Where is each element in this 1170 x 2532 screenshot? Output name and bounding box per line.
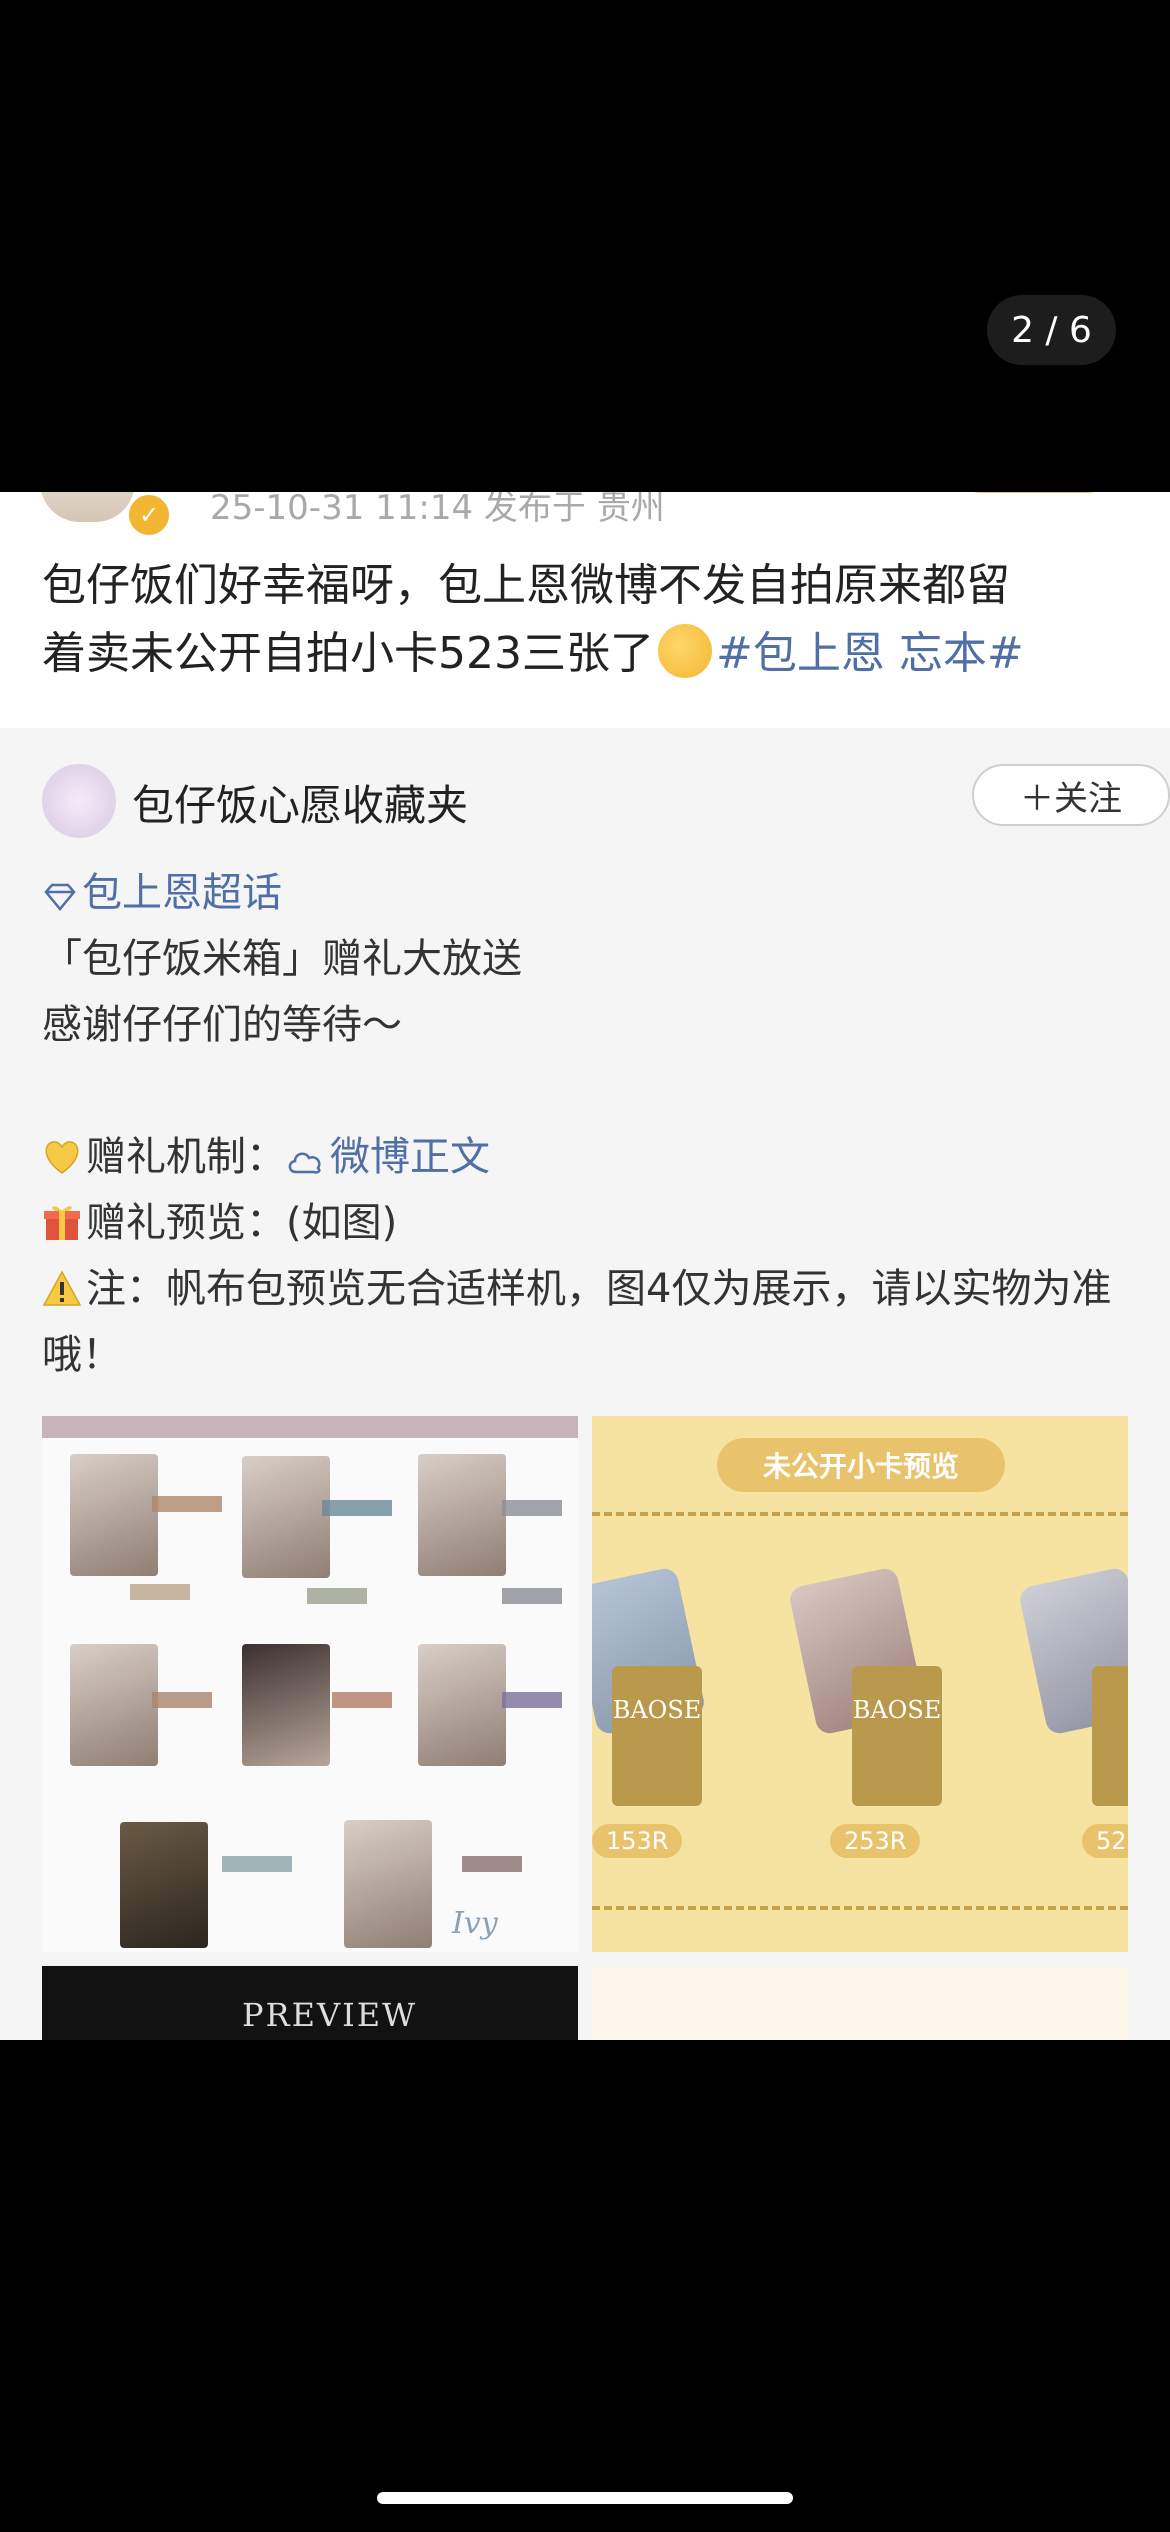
tape [322,1500,392,1516]
tape [222,1856,292,1872]
tape [130,1584,190,1600]
warning-icon [42,1270,82,1306]
photo [242,1456,330,1578]
topic-link[interactable]: #包上恩 忘本# [716,628,1024,679]
photo [70,1644,158,1766]
shushing-face-emoji-icon [657,624,712,678]
mechanism-row: 赠礼机制： 微博正文 [42,1124,1132,1190]
image-2-card-preview[interactable]: 未公开小卡预览 BAOSE BAOSE 153R 253R 52 [592,1416,1128,1952]
post-text: 包仔饭们好幸福呀，包上恩微博不发自拍原来都留 着卖未公开自拍小卡523三张了 #包… [42,552,1132,688]
post-meta-row: ✓ 25-10-31 11:14 发布于 贵州 [0,492,1170,538]
price-tag: 253R [830,1824,921,1858]
repost-avatar[interactable] [42,764,116,838]
photo [418,1454,506,1576]
photo-counter: 2 / 6 [987,295,1116,365]
post-content: ✓ 25-10-31 11:14 发布于 贵州 包仔饭们好幸福呀，包上恩微博不发… [0,492,1170,2040]
gift-icon [44,1206,80,1240]
note-row: 注：帆布包预览无合适样机，图4仅为展示，请以实物为准哦！ [42,1266,1112,1378]
verified-badge-icon: ✓ [126,492,172,538]
photo [242,1644,330,1766]
preview-title: PREVIEW [242,1996,417,2034]
post-meta: 25-10-31 11:14 发布于 贵州 [210,492,665,528]
card-holder [1092,1666,1128,1806]
follow-button[interactable]: ＋关注 [972,764,1170,826]
image-1-photo-collage[interactable]: Ivy [42,1416,578,1952]
tape [307,1588,367,1604]
post-text-line1: 包仔饭们好幸福呀，包上恩微博不发自拍原来都留 [42,560,1010,611]
card-holder: BAOSE [852,1666,942,1806]
ivy-label: Ivy [452,1906,498,1941]
repost-card[interactable]: 包仔饭心愿收藏夹 ＋关注 包上恩超话 「包仔饭米箱」赠礼大放送 感谢仔仔们的等待… [0,728,1170,2040]
dashed-line [592,1906,1128,1914]
photo [120,1822,208,1948]
tape [502,1692,562,1708]
diamond-icon [44,883,76,911]
photo [70,1454,158,1576]
image-3-preview[interactable]: PREVIEW [42,1966,578,2040]
photo [344,1820,432,1948]
post-text-line2: 着卖未公开自拍小卡523三张了 #包上恩 忘本# [42,620,1132,688]
tape [152,1496,222,1512]
yellow-heart-icon [45,1141,79,1174]
photo [418,1644,506,1766]
image-4[interactable] [592,1966,1128,2040]
author-avatar[interactable] [40,492,135,522]
price-tag: 153R [592,1824,683,1858]
follow-button-partial[interactable] [960,492,1108,493]
home-indicator[interactable] [377,2492,793,2504]
supertopic-link[interactable]: 包上恩超话 [42,860,1132,926]
repost-body: 包上恩超话 「包仔饭米箱」赠礼大放送 感谢仔仔们的等待～ 赠礼机制： 微博正文 赠… [42,860,1132,1388]
tape [332,1692,392,1708]
repost-line1: 「包仔饭米箱」赠礼大放送 [42,936,522,982]
price-tag: 52 [1082,1824,1128,1858]
repost-line2: 感谢仔仔们的等待～ [42,1002,402,1048]
card-holder: BAOSE [612,1666,702,1806]
preview-banner: 未公开小卡预览 [717,1438,1005,1492]
tape [462,1856,522,1872]
preview-row: 赠礼预览：(如图) [42,1190,1132,1256]
dashed-line [592,1512,1128,1520]
tape [502,1500,562,1516]
weibo-text-link[interactable]: 微博正文 [286,1134,490,1180]
decor-strip [42,1416,578,1438]
repost-author-name[interactable]: 包仔饭心愿收藏夹 [132,772,468,833]
cloud-icon [288,1152,321,1174]
tape [502,1588,562,1604]
tape [152,1692,212,1708]
